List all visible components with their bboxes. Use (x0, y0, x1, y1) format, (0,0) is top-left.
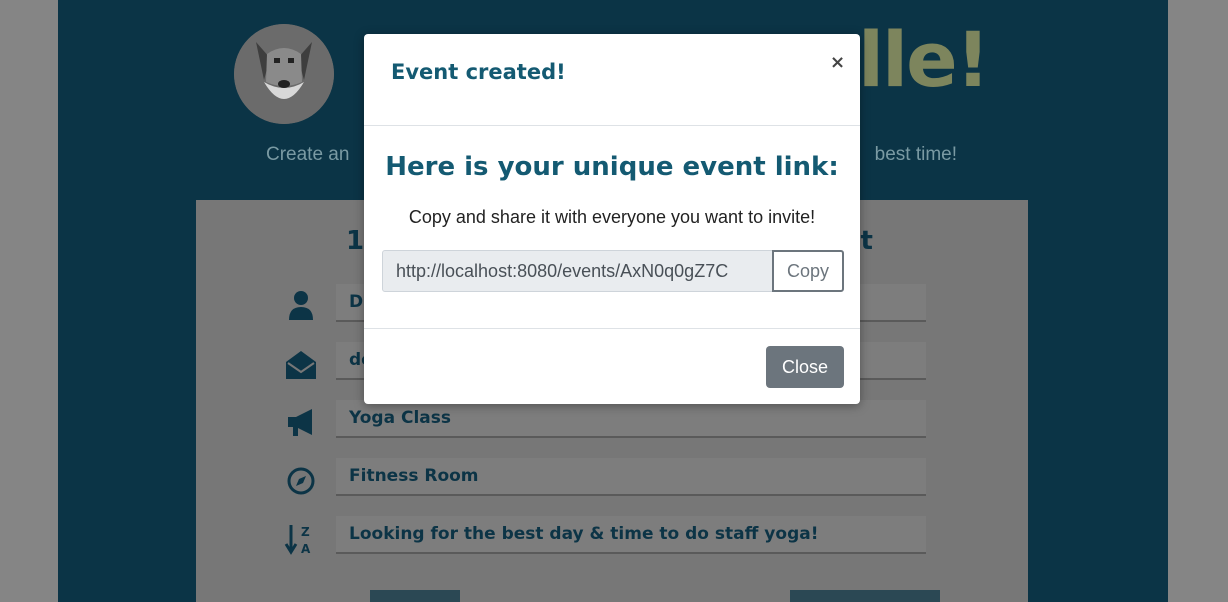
close-button[interactable]: Close (766, 346, 844, 388)
event-title-field: Yoga Class (336, 400, 926, 438)
tagline-left: Create an (266, 144, 350, 165)
sort-z-a-icon: Z A (284, 525, 311, 556)
event-created-modal: Event created! × Here is your unique eve… (364, 34, 860, 404)
modal-title: Event created! (391, 60, 566, 84)
svg-text:Z: Z (301, 525, 310, 539)
form-heading-start: 1 (346, 226, 365, 256)
cut-off-text-right (790, 590, 940, 602)
cut-off-text-left (370, 590, 460, 602)
modal-header: Event created! × (364, 34, 860, 126)
avatar (234, 24, 334, 124)
close-icon[interactable]: × (830, 52, 845, 73)
copy-button[interactable]: Copy (772, 250, 844, 292)
event-link-heading: Here is your unique event link: (385, 152, 839, 182)
envelope-icon (286, 351, 316, 379)
tagline-right: best time! (874, 144, 957, 165)
event-link-input[interactable] (382, 250, 773, 292)
share-instructions: Copy and share it with everyone you want… (408, 207, 816, 227)
modal-footer: Close (364, 328, 860, 405)
event-description-field: Looking for the best day & time to do st… (336, 516, 926, 554)
user-icon (289, 291, 313, 320)
event-location-field: Fitness Room (336, 458, 926, 496)
brand-wordmark: lle! (858, 15, 990, 104)
svg-text:A: A (301, 542, 311, 556)
schnauzer-logo-icon (234, 24, 334, 124)
megaphone-icon (288, 409, 312, 436)
compass-icon (287, 467, 315, 495)
